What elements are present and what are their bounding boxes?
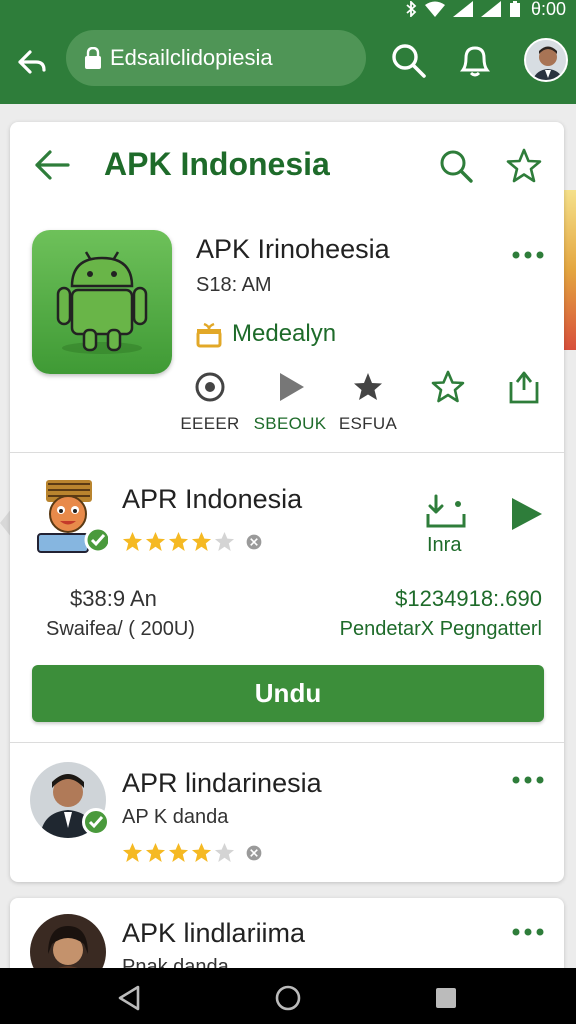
developer-name[interactable]: Medealyn: [232, 320, 336, 348]
header-back-arrow-icon[interactable]: [32, 146, 72, 186]
play-icon: [280, 373, 304, 401]
close-circle-icon: [246, 845, 262, 860]
nav-recent-apps-icon[interactable]: [434, 986, 458, 1010]
more-options-icon[interactable]: [510, 770, 546, 790]
subtext-left: Swaifea/ ( 200U): [46, 618, 195, 640]
divider: [10, 452, 564, 453]
url-bar[interactable]: Edsailclidopiesia: [66, 30, 366, 86]
download-label[interactable]: Inra: [427, 534, 461, 557]
app-time: S18: AM: [196, 274, 272, 296]
page-title: APK Indonesia: [104, 146, 330, 182]
download-icon[interactable]: [424, 492, 468, 532]
url-text: Edsailclidopiesia: [110, 45, 273, 70]
app-name: APK Irinoheesia: [196, 234, 390, 264]
lock-icon: [85, 47, 101, 69]
app-bar: θ:00 Edsailclidopiesia: [0, 0, 576, 104]
action-share[interactable]: [484, 368, 564, 406]
action-star-outline[interactable]: [408, 368, 488, 406]
listing-icon[interactable]: [36, 478, 112, 554]
android-robot-icon: [56, 251, 148, 354]
subtext-right: PendetarX Pegngatterl: [339, 618, 542, 640]
star-empty-icon: [214, 531, 235, 552]
profile-avatar[interactable]: [524, 38, 568, 82]
nav-home-icon[interactable]: [274, 984, 302, 1012]
listing-name: APR Indonesia: [122, 484, 303, 514]
star-rating: [122, 842, 263, 863]
star-filled-icon: [354, 373, 382, 400]
star-icon: [168, 842, 189, 863]
star-icon: [122, 842, 143, 863]
divider: [10, 742, 564, 743]
header-search-icon[interactable]: [436, 146, 476, 186]
verified-badge-icon: [82, 808, 110, 836]
price-right: $1234918:.690: [395, 586, 542, 611]
action-label: ΕΕΕΕR: [180, 414, 240, 433]
listing-name: APK lindlariima: [122, 918, 306, 948]
target-icon: [195, 372, 225, 402]
action-target[interactable]: ΕΕΕΕR: [170, 368, 250, 434]
mascot-icon: [37, 480, 112, 554]
action-play[interactable]: SBEOUK: [250, 368, 330, 434]
price-left: $38:9 An: [70, 586, 157, 611]
star-icon: [122, 531, 143, 552]
person-avatar-icon: [526, 40, 566, 80]
listing-name: APR lindarinesia: [122, 768, 322, 798]
action-label: ESFUA: [338, 414, 398, 433]
play-triangle-icon[interactable]: [508, 494, 544, 534]
download-button[interactable]: Undu: [32, 665, 544, 722]
app-icon[interactable]: [32, 230, 172, 374]
bell-icon[interactable]: [455, 40, 495, 80]
signal-icon-2: [480, 1, 501, 17]
favorite-star-icon[interactable]: [504, 146, 544, 186]
star-icon: [191, 842, 212, 863]
background-card-edge: [564, 190, 576, 350]
close-circle-icon: [246, 534, 262, 549]
nav-back-icon[interactable]: [116, 984, 142, 1012]
back-arrow-icon[interactable]: [14, 44, 50, 80]
battery-icon: [509, 1, 520, 17]
star-outline-icon: [431, 370, 465, 403]
share-icon: [509, 371, 539, 404]
signal-icon: [452, 1, 473, 17]
bluetooth-icon: [406, 1, 417, 17]
star-icon: [168, 531, 189, 552]
listing-subtitle: AP K danda: [122, 806, 229, 828]
action-rate[interactable]: ESFUA: [328, 368, 408, 434]
star-icon: [191, 531, 212, 552]
star-empty-icon: [214, 842, 235, 863]
action-label: SBEOUK: [253, 414, 327, 433]
star-rating: [122, 531, 263, 552]
more-options-icon[interactable]: [510, 245, 546, 265]
status-bar: θ:00: [405, 0, 566, 19]
wifi-icon: [424, 1, 445, 17]
status-time: θ:00: [530, 0, 566, 19]
star-icon: [145, 842, 166, 863]
more-options-icon[interactable]: [510, 922, 546, 942]
star-icon: [145, 531, 166, 552]
search-icon[interactable]: [388, 40, 428, 80]
gift-icon: [196, 322, 222, 348]
